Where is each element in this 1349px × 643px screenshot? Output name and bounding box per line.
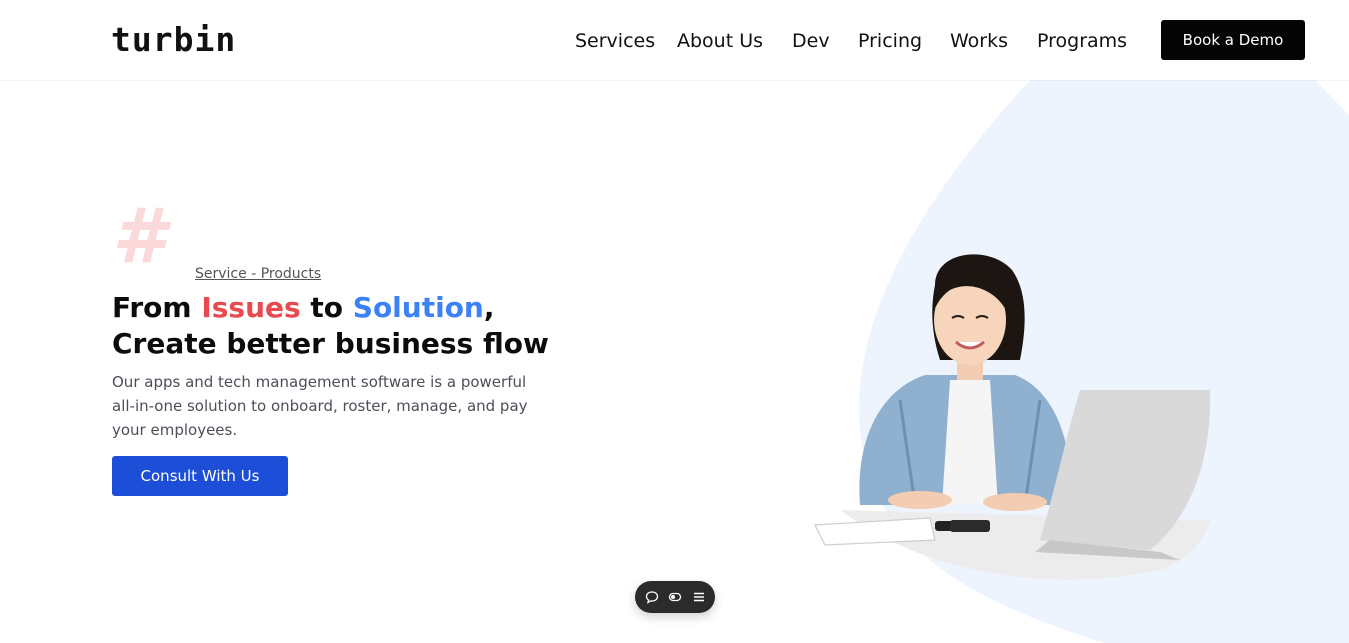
hero-description: Our apps and tech management software is… (112, 373, 528, 439)
headline-solution: Solution (352, 291, 484, 324)
nav-works[interactable]: Works (950, 30, 1008, 52)
woman-with-laptop-image (814, 254, 1211, 580)
consult-button[interactable]: Consult With Us (112, 456, 288, 496)
site-header: turbin Services About Us Dev Pricing Wor… (0, 0, 1349, 80)
headline-line2: Create better business flow (112, 327, 549, 360)
main-nav: Services About Us Dev Pricing Works Prog… (0, 0, 1349, 80)
menu-icon[interactable] (692, 589, 706, 603)
headline-comma: , (483, 291, 495, 324)
nav-pricing[interactable]: Pricing (858, 30, 922, 52)
nav-dev[interactable]: Dev (792, 30, 830, 52)
floating-toolbar (635, 581, 715, 613)
headline-to: to (300, 291, 353, 324)
nav-about-us[interactable]: About Us (677, 30, 763, 52)
nav-services[interactable]: Services (575, 30, 655, 52)
nav-programs[interactable]: Programs (1037, 30, 1127, 52)
headline-from: From (112, 291, 202, 324)
book-demo-button[interactable]: Book a Demo (1161, 20, 1305, 60)
chat-bubble-icon[interactable] (645, 589, 659, 604)
hero-headline: From Issues to Solution, Create better b… (112, 290, 632, 362)
service-products-link[interactable]: Service - Products (195, 266, 321, 282)
hash-decoration: # (112, 191, 165, 280)
toggle-icon[interactable] (668, 589, 682, 603)
headline-issues: Issues (201, 291, 301, 324)
